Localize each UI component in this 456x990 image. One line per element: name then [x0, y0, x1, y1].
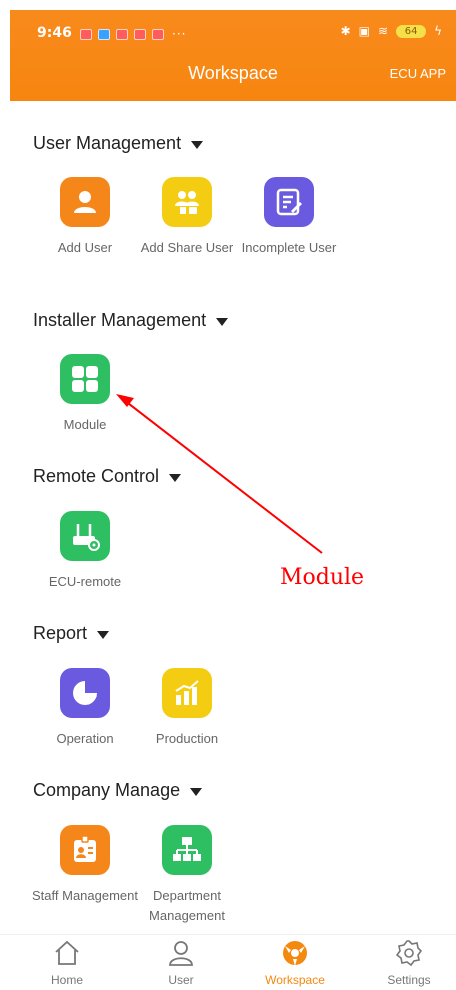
annotation-arrow [116, 394, 323, 554]
annotation-label: Module [280, 565, 365, 590]
nav-home[interactable]: Home [22, 939, 112, 987]
nav-user-label: User [168, 973, 194, 987]
user-outline-icon [169, 941, 193, 966]
nav-settings[interactable]: Settings [364, 939, 454, 987]
nav-user[interactable]: User [136, 939, 226, 987]
nav-settings-label: Settings [387, 973, 431, 987]
nav-workspace[interactable]: Workspace [250, 939, 340, 987]
settings-gear-icon [395, 940, 423, 967]
workspace-icon [283, 941, 307, 966]
nav-home-label: Home [50, 973, 83, 987]
nav-workspace-label: Workspace [265, 973, 325, 987]
home-icon [55, 940, 79, 965]
bottom-nav: Home User Workspace Settings [0, 934, 456, 990]
